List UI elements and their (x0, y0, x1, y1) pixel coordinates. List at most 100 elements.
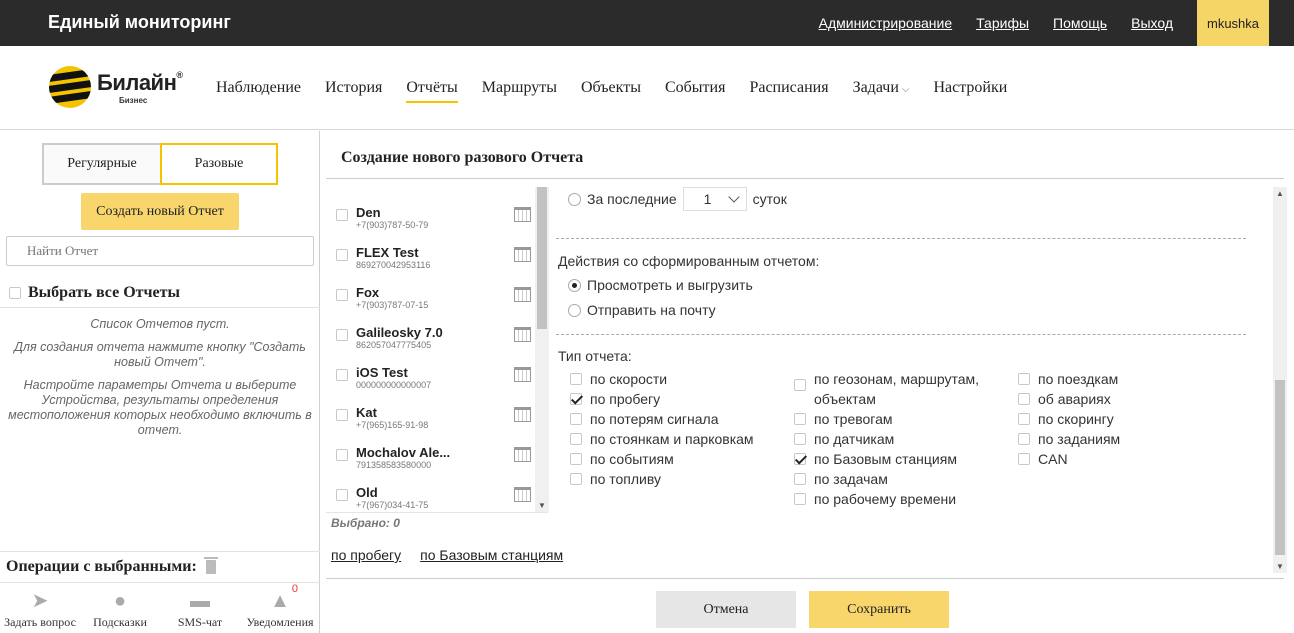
form-scrollbar[interactable]: ▲ ▼ (1273, 187, 1287, 573)
action-mail-option[interactable]: Отправить на почту (568, 302, 716, 318)
save-button[interactable]: Сохранить (809, 591, 949, 628)
report-type-checkbox[interactable] (1018, 413, 1030, 425)
report-type-checkbox[interactable] (1018, 373, 1030, 385)
tab-regular[interactable]: Регулярные (42, 143, 160, 185)
tab-one-time[interactable]: Разовые (160, 143, 278, 185)
report-type-option[interactable]: по поездкам (1018, 369, 1118, 389)
report-type-option[interactable]: по пробегу (570, 389, 660, 409)
calendar-icon[interactable] (514, 407, 531, 422)
device-checkbox[interactable] (336, 449, 348, 461)
report-type-option[interactable]: по стоянкам и парковкам (570, 429, 754, 449)
tariffs-link[interactable]: Тарифы (976, 15, 1029, 31)
sms-chat-button[interactable]: ▬ SMS-чат (160, 583, 240, 633)
report-type-checkbox[interactable] (794, 433, 806, 445)
create-report-button[interactable]: Создать новый Отчет (81, 193, 239, 230)
report-search-input[interactable] (6, 236, 314, 266)
calendar-icon[interactable] (514, 207, 531, 222)
action-mail-radio[interactable] (568, 303, 581, 317)
hints-button[interactable]: ● Подсказки (80, 583, 160, 633)
device-checkbox[interactable] (336, 209, 348, 221)
report-type-checkbox[interactable] (794, 379, 806, 391)
scroll-down-icon[interactable]: ▼ (1276, 562, 1284, 571)
report-type-option[interactable]: по геозонам, маршрутам, объектам (794, 369, 984, 409)
action-view-option[interactable]: Просмотреть и выгрузить (568, 277, 753, 293)
nav-item-monitoring[interactable]: Наблюдение (216, 79, 301, 103)
list-item[interactable]: Kat +7(965)165-91-98 (326, 387, 536, 430)
report-type-option[interactable]: по тревогам (794, 409, 893, 429)
list-item[interactable]: Mochalov Ale... 791358583580000 (326, 427, 536, 470)
device-checkbox[interactable] (336, 289, 348, 301)
report-type-checkbox[interactable] (1018, 393, 1030, 405)
user-name[interactable]: mkushka (1197, 0, 1269, 46)
period-select[interactable]: 1 (682, 187, 747, 211)
period-radio[interactable] (568, 192, 581, 206)
device-checkbox[interactable] (336, 369, 348, 381)
report-type-checkbox[interactable] (794, 413, 806, 425)
calendar-icon[interactable] (514, 487, 531, 502)
report-type-checkbox[interactable] (794, 453, 806, 465)
report-type-option[interactable]: по потерям сигнала (570, 409, 718, 429)
scrollbar-thumb[interactable] (1275, 380, 1285, 555)
calendar-icon[interactable] (514, 367, 531, 382)
report-type-checkbox[interactable] (1018, 433, 1030, 445)
device-checkbox[interactable] (336, 409, 348, 421)
report-type-option[interactable]: по рабочему времени (794, 489, 956, 509)
scroll-up-icon[interactable]: ▲ (1276, 189, 1284, 198)
device-checkbox[interactable] (336, 489, 348, 501)
report-type-option[interactable]: по скорингу (1018, 409, 1114, 429)
scroll-down-icon[interactable]: ▼ (538, 501, 546, 510)
nav-item-objects[interactable]: Объекты (581, 79, 641, 103)
select-all-checkbox[interactable] (9, 287, 21, 299)
device-list-scrollbar[interactable]: ▼ (535, 187, 549, 512)
report-type-checkbox[interactable] (570, 413, 582, 425)
calendar-icon[interactable] (514, 327, 531, 342)
report-type-option[interactable]: по датчикам (794, 429, 894, 449)
report-type-option[interactable]: об авариях (1018, 389, 1111, 409)
list-item[interactable]: Old +7(967)034-41-75 (326, 467, 536, 510)
chosen-type-link[interactable]: по Базовым станциям (420, 547, 563, 563)
nav-item-schedules[interactable]: Расписания (749, 79, 828, 103)
report-type-checkbox[interactable] (570, 473, 582, 485)
report-type-option[interactable]: по заданиям (1018, 429, 1120, 449)
chosen-type-link[interactable]: по пробегу (331, 547, 401, 563)
list-item[interactable]: Fox +7(903)787-07-15 (326, 267, 536, 310)
report-type-checkbox[interactable] (570, 433, 582, 445)
help-link[interactable]: Помощь (1053, 15, 1107, 31)
ask-question-button[interactable]: ➤ Задать вопрос (0, 583, 80, 633)
report-type-option[interactable]: по Базовым станциям (794, 449, 957, 469)
report-type-option[interactable]: по задачам (794, 469, 888, 489)
nav-item-settings[interactable]: Настройки (933, 79, 1007, 103)
list-item[interactable]: FLEX Test 869270042953116 (326, 227, 536, 270)
scrollbar-thumb[interactable] (537, 187, 547, 329)
report-type-option[interactable]: CAN (1018, 449, 1068, 469)
trash-icon[interactable] (203, 557, 218, 574)
report-type-checkbox[interactable] (794, 473, 806, 485)
report-type-option[interactable]: по событиям (570, 449, 674, 469)
nav-item-routes[interactable]: Маршруты (482, 79, 557, 103)
report-type-checkbox[interactable] (570, 453, 582, 465)
nav-item-events[interactable]: События (665, 79, 725, 103)
device-checkbox[interactable] (336, 329, 348, 341)
nav-item-reports[interactable]: Отчёты (406, 79, 458, 103)
admin-link[interactable]: Администрирование (819, 15, 953, 31)
cancel-button[interactable]: Отмена (656, 591, 796, 628)
report-type-checkbox[interactable] (570, 373, 582, 385)
report-type-option[interactable]: по топливу (570, 469, 661, 489)
logout-link[interactable]: Выход (1131, 15, 1173, 31)
report-type-checkbox[interactable] (570, 393, 582, 405)
beeline-logo[interactable]: Билайн® Бизнес (49, 66, 189, 114)
report-type-checkbox[interactable] (794, 493, 806, 505)
nav-item-tasks[interactable]: Задачи ⌵ (853, 79, 910, 103)
report-type-checkbox[interactable] (1018, 453, 1030, 465)
list-item[interactable]: iOS Test 000000000000007 (326, 347, 536, 390)
list-item[interactable]: Galileosky 7.0 862057047775405 (326, 307, 536, 350)
report-type-option[interactable]: по скорости (570, 369, 667, 389)
select-all-reports[interactable]: Выбрать все Отчеты (9, 284, 180, 302)
list-item[interactable]: Den +7(903)787-50-79 (326, 187, 536, 230)
calendar-icon[interactable] (514, 287, 531, 302)
calendar-icon[interactable] (514, 447, 531, 462)
notifications-button[interactable]: ▲ 0 Уведомления (240, 583, 320, 633)
action-view-radio[interactable] (568, 278, 581, 292)
device-checkbox[interactable] (336, 249, 348, 261)
calendar-icon[interactable] (514, 247, 531, 262)
